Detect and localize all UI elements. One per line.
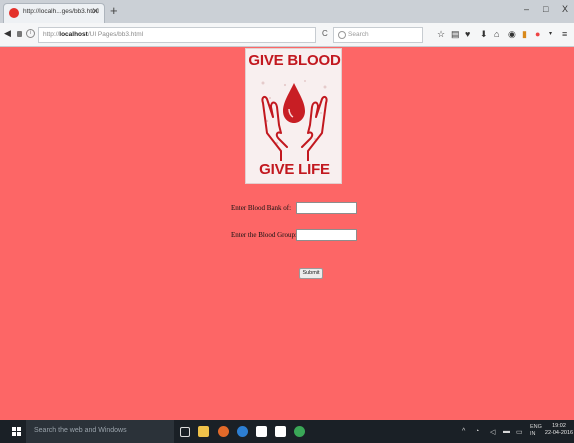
- show-hidden-icons-icon[interactable]: ^: [462, 428, 465, 435]
- browser-tab[interactable]: http://localh...ges/bb3.html ✕: [3, 3, 105, 23]
- logo-text-bottom: GIVE LIFE: [259, 161, 330, 178]
- site-info-icon[interactable]: i: [26, 29, 35, 38]
- new-tab-button[interactable]: +: [110, 3, 118, 19]
- keyboard-icon[interactable]: ▭: [516, 428, 523, 436]
- blood-group-input[interactable]: [296, 229, 357, 241]
- url-bar[interactable]: http://localhost/UI Pages/bb3.html: [38, 27, 316, 43]
- search-icon: [338, 31, 346, 39]
- blood-group-label: Enter the Blood Group:: [231, 231, 297, 239]
- volume-icon[interactable]: ◁: [490, 428, 495, 436]
- window-maximize-button[interactable]: □: [543, 4, 548, 14]
- back-arrow-icon[interactable]: ◀: [4, 28, 11, 39]
- tab-title: http://localh...ges/bb3.html: [23, 8, 99, 15]
- url-text: http://localhost/UI Pages/bb3.html: [43, 31, 144, 38]
- network-icon[interactable]: ◔: [475, 428, 479, 435]
- clock-time: 19:02: [552, 423, 566, 429]
- extension-icon[interactable]: ▮: [522, 28, 527, 40]
- downloads-icon[interactable]: ⬇: [480, 28, 488, 40]
- blood-bank-label: Enter Blood Bank of:: [231, 204, 292, 212]
- dropdown-arrow-icon[interactable]: ▾: [549, 28, 552, 40]
- clock-date: 22-04-2016: [544, 430, 574, 436]
- store-icon[interactable]: [256, 426, 267, 437]
- addon-icon[interactable]: ●: [535, 28, 540, 40]
- shield-icon[interactable]: ◉: [508, 28, 516, 40]
- windows-taskbar: Search the web and Windows ^ ◔ ◁ ▬ ▭ ENG…: [0, 420, 574, 443]
- file-explorer-icon[interactable]: [198, 426, 209, 437]
- hands-blood-drop-icon: [261, 80, 328, 161]
- browser-navbar: ◀ i http://localhost/UI Pages/bb3.html C…: [0, 23, 574, 47]
- window-close-button[interactable]: X: [562, 4, 568, 14]
- search-placeholder: Search: [348, 31, 369, 38]
- pocket-icon[interactable]: ♥: [465, 28, 470, 40]
- reload-icon[interactable]: C: [322, 29, 328, 38]
- browser-tabstrip: http://localh...ges/bb3.html ✕ + – □ X: [0, 0, 574, 23]
- browser-search-input[interactable]: Search: [333, 27, 423, 43]
- reader-view-icon[interactable]: [17, 31, 22, 37]
- windows-start-icon[interactable]: [12, 427, 21, 436]
- taskbar-search-input[interactable]: Search the web and Windows: [26, 420, 174, 443]
- submit-button[interactable]: Submit: [299, 268, 323, 279]
- firefox-icon[interactable]: [218, 426, 229, 437]
- logo-text-top: GIVE BLOOD: [248, 52, 341, 69]
- chrome-icon[interactable]: [294, 426, 305, 437]
- amazon-icon[interactable]: [275, 426, 286, 437]
- tab-close-icon[interactable]: ✕: [91, 6, 99, 17]
- edge-icon[interactable]: [237, 426, 248, 437]
- taskbar-search-placeholder: Search the web and Windows: [34, 427, 127, 434]
- page-favicon-icon: [9, 8, 19, 18]
- bookmark-star-icon[interactable]: ☆: [437, 28, 445, 40]
- task-view-icon[interactable]: [180, 427, 190, 437]
- blood-bank-input[interactable]: [296, 202, 357, 214]
- give-blood-logo: GIVE BLOOD GIVE LIFE: [245, 48, 342, 184]
- bookmarks-menu-icon[interactable]: ▤: [451, 28, 460, 40]
- home-icon[interactable]: ⌂: [494, 28, 499, 40]
- page-body: GIVE BLOOD GIVE LIFE Enter Blood Bank of…: [0, 47, 574, 420]
- notifications-icon[interactable]: ▬: [503, 428, 510, 435]
- taskbar-clock[interactable]: 19:02 22-04-2016: [544, 423, 574, 437]
- hamburger-menu-icon[interactable]: ≡: [562, 28, 567, 40]
- window-minimize-button[interactable]: –: [524, 4, 529, 14]
- language-indicator[interactable]: ENG IN: [530, 424, 542, 438]
